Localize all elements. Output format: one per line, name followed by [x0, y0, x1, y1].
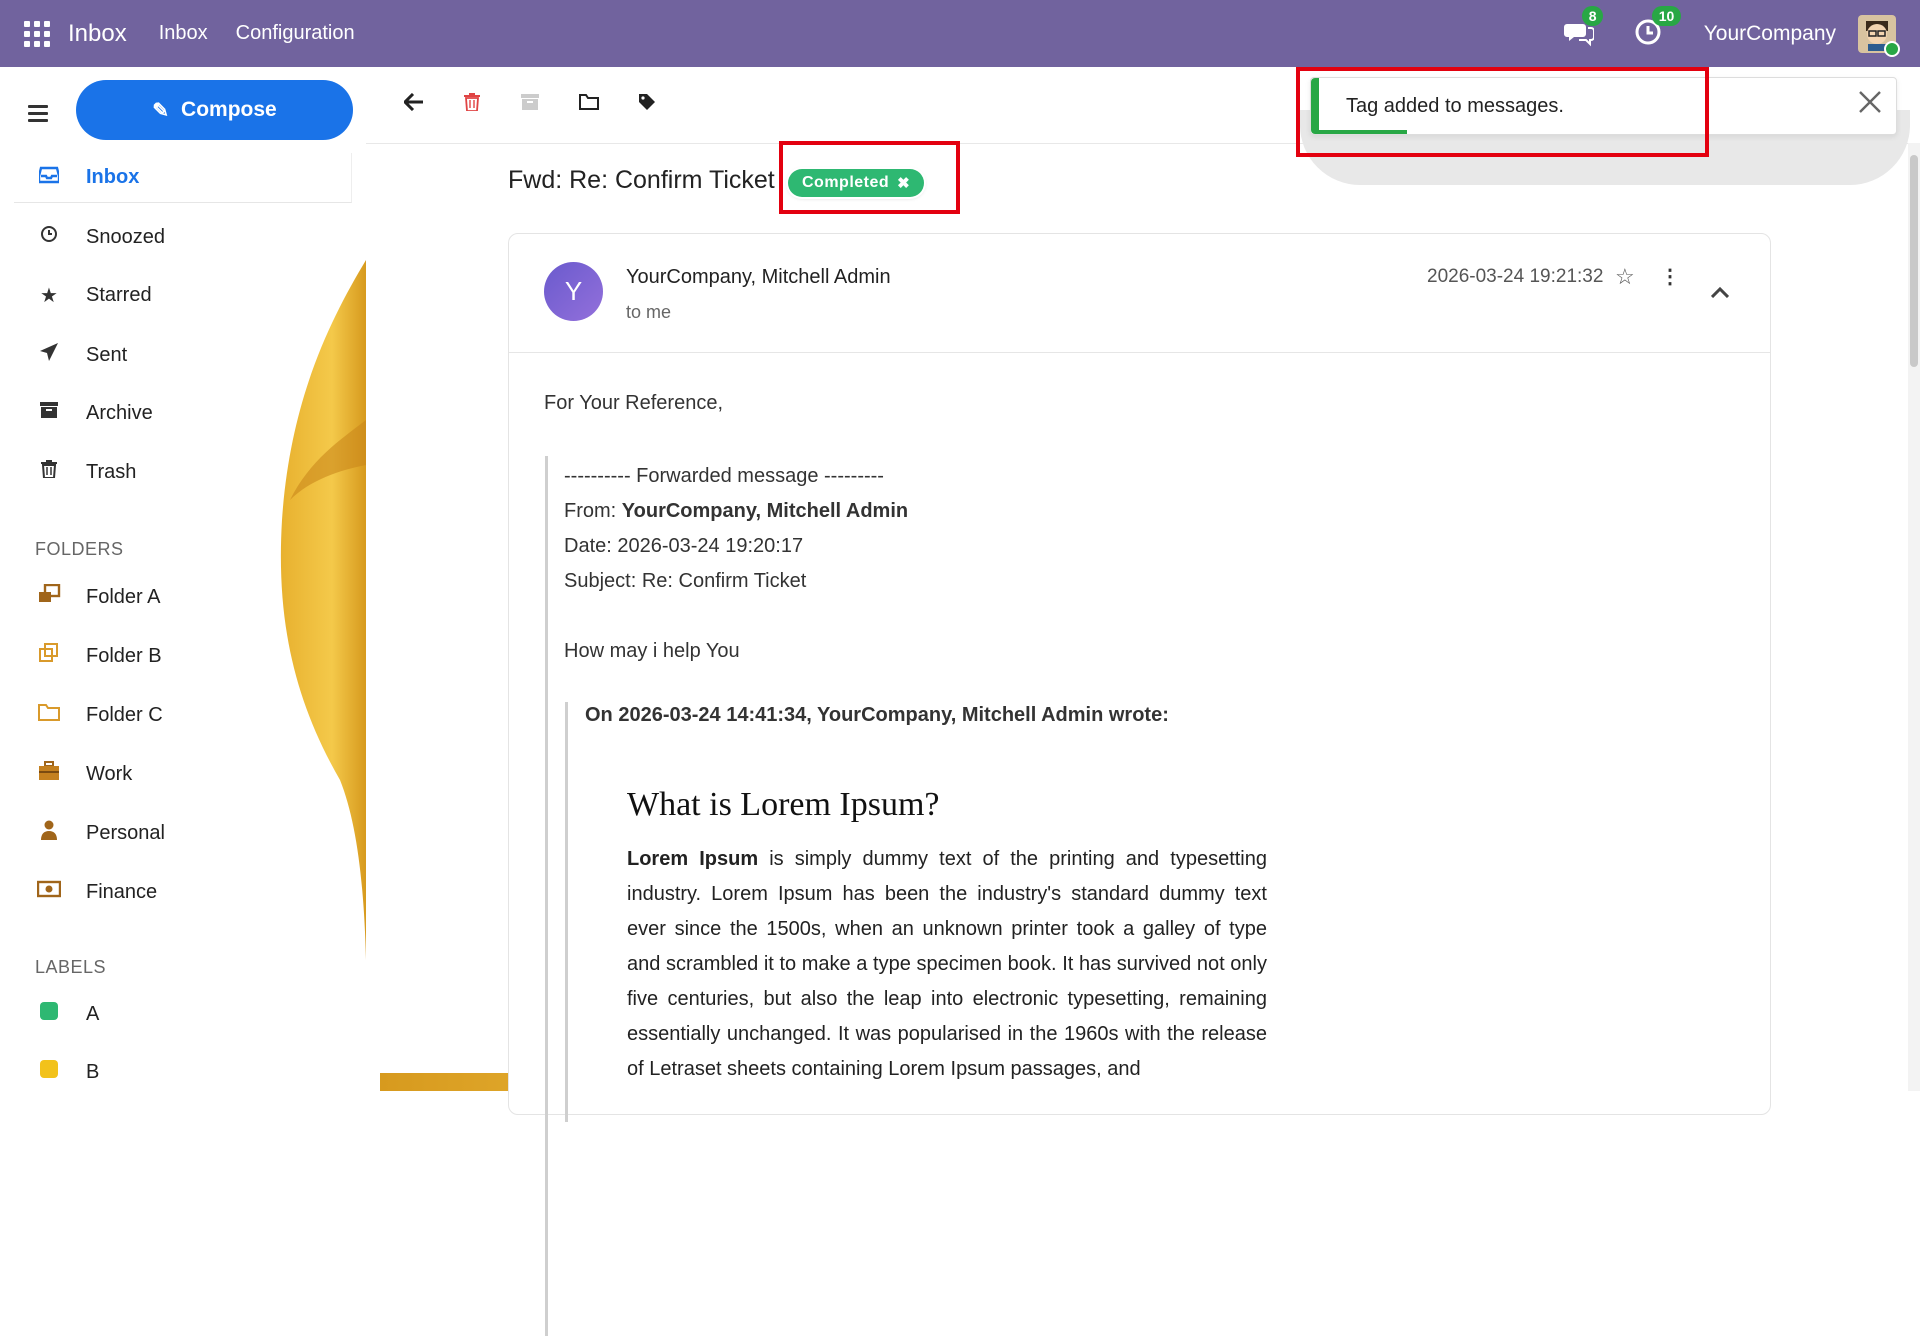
- sidebar-item-label: Trash: [86, 460, 137, 483]
- sidebar-item-label: Archive: [86, 401, 153, 424]
- chevron-up-icon[interactable]: [1710, 282, 1730, 303]
- more-options-icon[interactable]: ⋮: [1660, 264, 1680, 289]
- email-card: Y YourCompany, Mitchell Admin to me 2026…: [508, 233, 1771, 1336]
- briefcase-icon: [36, 761, 62, 787]
- online-status-icon: [1884, 40, 1900, 57]
- sidebar-item-snoozed[interactable]: Snoozed: [14, 212, 352, 262]
- archive-toolbar-icon[interactable]: [521, 93, 539, 117]
- sidebar-item-label: Snoozed: [86, 225, 165, 248]
- forward-from: From: YourCompany, Mitchell Admin: [564, 500, 909, 522]
- lorem-heading: What is Lorem Ipsum?: [627, 786, 940, 823]
- user-icon: [36, 820, 62, 846]
- company-switcher[interactable]: YourCompany: [1704, 22, 1836, 46]
- close-icon[interactable]: [1858, 84, 1882, 123]
- folders-icon: [36, 583, 62, 610]
- sidebar-label-b[interactable]: B: [14, 1047, 352, 1097]
- messages-badge: 8: [1581, 5, 1604, 26]
- sidebar-item-inbox[interactable]: Inbox: [14, 153, 352, 203]
- email-subject: Fwd: Re: Confirm Ticket: [508, 166, 775, 194]
- folder-icon: [36, 703, 62, 727]
- app-title[interactable]: Inbox: [68, 20, 127, 48]
- sidebar-item-label: B: [86, 1060, 100, 1083]
- top-navbar: Inbox Inbox Configuration 8 10 YourCompa…: [0, 0, 1920, 67]
- greeting-line: For Your Reference,: [544, 392, 723, 414]
- copy-folder-icon: [36, 642, 62, 670]
- forward-subject: Subject: Re: Confirm Ticket: [564, 570, 807, 592]
- sender-name: YourCompany, Mitchell Admin: [626, 266, 891, 288]
- clock-icon: [36, 225, 62, 249]
- scrollbar-thumb[interactable]: [1910, 155, 1918, 367]
- sidebar-item-label: Inbox: [86, 166, 140, 188]
- email-header: Y YourCompany, Mitchell Admin to me 2026…: [509, 234, 1770, 353]
- sidebar-item-label: Starred: [86, 283, 152, 306]
- wrote-line: On 2026-03-24 14:41:34, YourCompany, Mit…: [585, 704, 1169, 726]
- messages-icon[interactable]: 8: [1563, 5, 1604, 50]
- trash-icon: [36, 460, 62, 484]
- sender-avatar: Y: [544, 262, 603, 321]
- user-avatar[interactable]: [1858, 14, 1900, 57]
- delete-icon[interactable]: [464, 93, 480, 117]
- sidebar-item-label: Folder C: [86, 703, 163, 726]
- back-arrow-icon[interactable]: [402, 92, 424, 117]
- star-icon: ★: [40, 284, 58, 307]
- activity-badge: 10: [1651, 5, 1682, 26]
- inbox-icon: [36, 166, 62, 190]
- compose-label: Compose: [181, 98, 277, 121]
- forward-date: Date: 2026-03-24 19:20:17: [564, 535, 804, 557]
- archive-icon: [36, 401, 62, 425]
- sidebar-item-label: Folder A: [86, 585, 161, 608]
- sidebar-item-label: Finance: [86, 880, 158, 903]
- apps-grid-icon[interactable]: [24, 20, 50, 47]
- email-datetime: 2026-03-24 19:21:32: [1427, 266, 1604, 287]
- lorem-body: is simply dummy text of the printing and…: [627, 848, 1267, 1080]
- sidebar-item-label: Personal: [86, 821, 165, 844]
- sidebar-item-label: Sent: [86, 343, 128, 366]
- highlight-box-toast: [1296, 67, 1709, 157]
- hamburger-menu-icon[interactable]: [28, 101, 48, 126]
- labels-heading: LABELS: [35, 957, 107, 977]
- activity-clock-icon[interactable]: 10: [1634, 5, 1682, 50]
- label-color-icon: [36, 1060, 62, 1084]
- decorative-gold-shape: [280, 260, 366, 960]
- help-line: How may i help You: [564, 640, 740, 662]
- recipient-line[interactable]: to me: [626, 302, 671, 323]
- lorem-bold: Lorem Ipsum: [627, 848, 759, 870]
- pencil-icon: ✎: [152, 99, 170, 122]
- money-icon: [36, 880, 62, 904]
- move-folder-icon[interactable]: [579, 93, 599, 116]
- inner-quote-border: [565, 702, 568, 1122]
- label-color-icon: [36, 1002, 62, 1026]
- sidebar-item-label: A: [86, 1002, 100, 1025]
- forward-from-value: YourCompany, Mitchell Admin: [621, 500, 909, 522]
- compose-button[interactable]: ✎ Compose: [76, 80, 353, 140]
- sidebar-item-label: Folder B: [86, 644, 162, 667]
- nav-configuration[interactable]: Configuration: [236, 22, 355, 45]
- tag-icon[interactable]: [638, 93, 656, 117]
- sidebar-label-a[interactable]: A: [14, 989, 352, 1039]
- quote-border: [545, 456, 548, 1336]
- forward-header: ---------- Forwarded message ---------: [564, 465, 884, 487]
- folders-heading: FOLDERS: [35, 539, 124, 559]
- nav-inbox[interactable]: Inbox: [159, 22, 208, 45]
- lorem-paragraph: Lorem Ipsum is simply dummy text of the …: [627, 842, 1267, 1087]
- send-icon: [36, 342, 62, 368]
- highlight-box-tag: [779, 141, 960, 214]
- sidebar-item-label: Work: [86, 762, 133, 785]
- forwarded-block: ---------- Forwarded message --------- F…: [564, 459, 908, 669]
- star-outline-icon[interactable]: ☆: [1615, 264, 1635, 290]
